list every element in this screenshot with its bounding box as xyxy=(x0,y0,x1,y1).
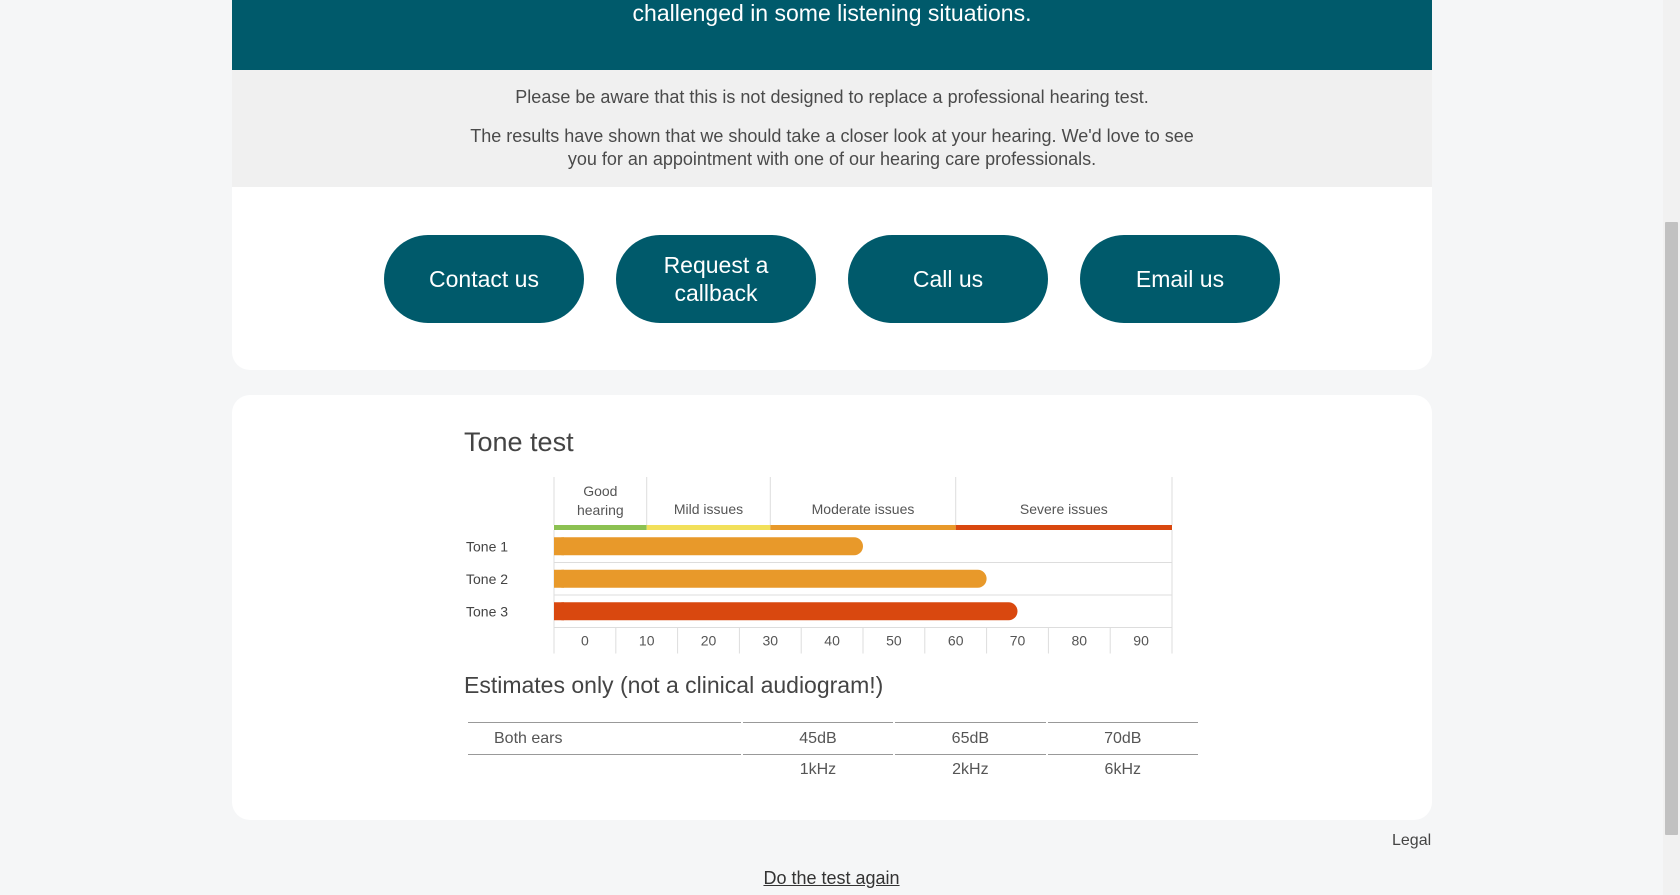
tone-bar xyxy=(554,569,987,588)
tone-test-title: Tone test xyxy=(464,427,574,457)
tone-bar-square-start xyxy=(554,537,564,556)
zone-color-bar xyxy=(646,525,771,530)
contact-options-card: Contact us Request a callback Call us Em… xyxy=(232,187,1432,370)
zone-label: Moderate issues xyxy=(812,501,915,517)
call-us-button[interactable]: Call us xyxy=(848,235,1048,323)
x-tick-label: 70 xyxy=(1010,633,1026,649)
estimate-level-3: 70dB xyxy=(1047,722,1198,755)
disclaimer-panel: Please be aware that this is not designe… xyxy=(232,70,1432,187)
tone-bar-square-start xyxy=(554,569,564,588)
tone-bar xyxy=(554,602,1018,621)
x-tick-label: 60 xyxy=(948,633,964,649)
scrollbar-thumb[interactable] xyxy=(1665,222,1678,835)
estimates-title: Estimates only (not a clinical audiogram… xyxy=(464,672,884,698)
estimate-frequency-1: 1kHz xyxy=(799,761,837,778)
estimates-row-levels: Both ears 45dB 65dB 70dB xyxy=(468,722,1198,755)
recommendation-text: The results have shown that we should ta… xyxy=(470,126,1194,169)
contact-us-button[interactable]: Contact us xyxy=(384,235,584,323)
disclaimer-text: Please be aware that this is not designe… xyxy=(515,87,1149,107)
estimate-level-2: 65dB xyxy=(895,722,1046,755)
estimate-frequency-3: 6kHz xyxy=(1104,761,1141,778)
x-tick-label: 10 xyxy=(639,633,655,649)
zone-color-bar xyxy=(554,525,647,530)
tone-test-chart: Good hearing Mild issues Moderate issues Sev… xyxy=(464,477,1204,662)
zone-color-bar xyxy=(955,525,1172,530)
estimates-row-label: Both ears xyxy=(468,722,741,755)
estimates-row-empty xyxy=(468,755,741,785)
x-tick-label: 20 xyxy=(701,633,717,649)
result-banner-text: challenged in some listening situations. xyxy=(632,0,1032,26)
estimates-table: Both ears 45dB 65dB 70dB 1kHz 2kHz 6kHz xyxy=(466,722,1200,785)
retake-test-link[interactable]: Do the test again xyxy=(0,868,1663,889)
tone-label: Tone 2 xyxy=(466,571,508,587)
tone-label: Tone 1 xyxy=(466,538,508,554)
x-tick-label: 90 xyxy=(1133,633,1149,649)
contact-buttons: Contact us Request a callback Call us Em… xyxy=(232,235,1432,323)
page: challenged in some listening situations.… xyxy=(0,0,1663,895)
zone-label: hearing xyxy=(577,502,624,518)
tone-bar xyxy=(554,537,863,556)
x-tick-label: 40 xyxy=(824,633,840,649)
email-us-button[interactable]: Email us xyxy=(1080,235,1280,323)
results-card: Tone test Good hearing Mild issues Moderate… xyxy=(232,395,1432,820)
tone-test-chart-svg: Good hearing Mild issues Moderate issues Sev… xyxy=(466,477,1173,654)
zone-color-bar xyxy=(770,525,956,530)
zone-label: Mild issues xyxy=(674,501,743,517)
vertical-scrollbar[interactable] xyxy=(1663,0,1680,895)
x-tick-label: 0 xyxy=(581,633,589,649)
legal-link[interactable]: Legal xyxy=(1392,832,1431,850)
result-banner: challenged in some listening situations. xyxy=(232,0,1432,70)
tone-label: Tone 3 xyxy=(466,603,508,619)
estimate-level-1: 45dB xyxy=(742,722,894,755)
tone-bar-square-start xyxy=(554,602,564,621)
request-callback-button[interactable]: Request a callback xyxy=(616,235,816,323)
zone-label: Good xyxy=(583,483,617,499)
x-tick-label: 50 xyxy=(886,633,902,649)
x-tick-label: 30 xyxy=(763,633,779,649)
zone-label: Severe issues xyxy=(1020,501,1108,517)
estimate-frequency-2: 2kHz xyxy=(952,761,989,778)
x-tick-label: 80 xyxy=(1072,633,1088,649)
estimates-row-frequencies: 1kHz 2kHz 6kHz xyxy=(468,755,1198,785)
